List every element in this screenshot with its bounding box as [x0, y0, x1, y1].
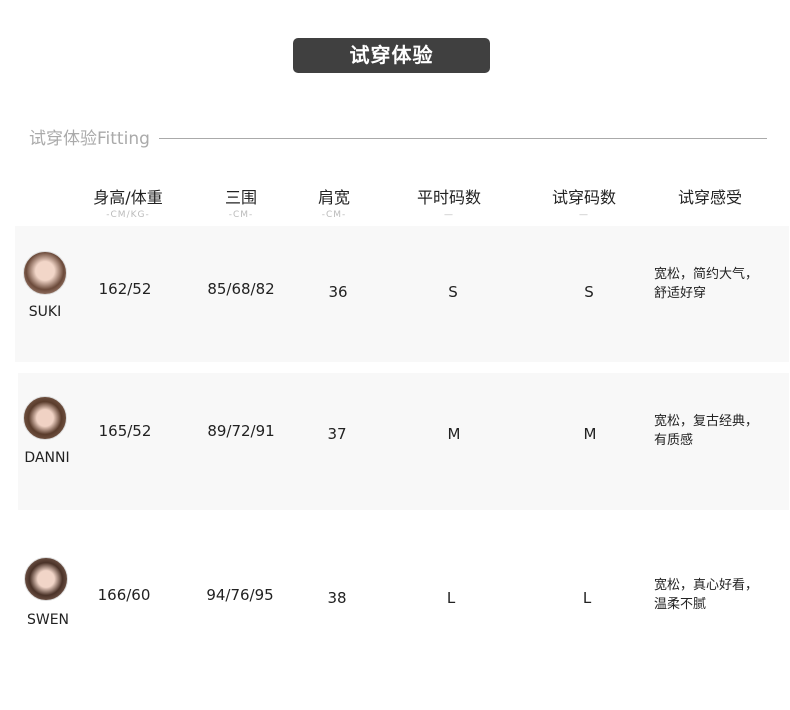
shoulder: 38: [327, 589, 347, 607]
avatar: [23, 251, 67, 295]
avatar: [23, 396, 67, 440]
height-weight: 162/52: [98, 280, 152, 298]
tester-name: SWEN: [26, 612, 70, 628]
subtitle-text: 试穿体验Fitting: [29, 129, 150, 149]
header-usual-size: 平时码数 —: [416, 188, 482, 220]
measurements: 89/72/91: [207, 422, 275, 440]
feeling: 宽松，简约大气， 舒适好穿: [654, 267, 759, 301]
usual-size: M: [447, 425, 461, 443]
usual-size: L: [446, 589, 456, 607]
feeling: 宽松，真心好看， 温柔不腻: [654, 578, 759, 612]
divider: [159, 138, 767, 139]
tried-size: L: [582, 589, 592, 607]
usual-size: S: [448, 283, 458, 301]
header-tried-size: 试穿码数 —: [551, 188, 617, 220]
height-weight: 166/60: [97, 586, 151, 604]
tester-name: SUKI: [28, 304, 62, 320]
shoulder: 36: [328, 283, 348, 301]
shoulder: 37: [327, 425, 347, 443]
header-feeling: 试穿感受: [677, 188, 743, 207]
measurements: 85/68/82: [207, 280, 275, 298]
section-subtitle: 试穿体验Fitting: [29, 124, 767, 149]
header-height-weight: 身高/体重 -CM/KG-: [93, 188, 163, 220]
measurements: 94/76/95: [206, 586, 274, 604]
section-title-badge: 试穿体验: [293, 38, 490, 73]
height-weight: 165/52: [98, 422, 152, 440]
tried-size: M: [583, 425, 597, 443]
header-measurements: 三围 -CM-: [224, 188, 258, 220]
feeling: 宽松，复古经典， 有质感: [654, 414, 759, 448]
tried-size: S: [584, 283, 594, 301]
tester-name: DANNI: [24, 450, 70, 466]
avatar: [24, 557, 68, 601]
header-shoulder: 肩宽 -CM-: [317, 188, 351, 220]
